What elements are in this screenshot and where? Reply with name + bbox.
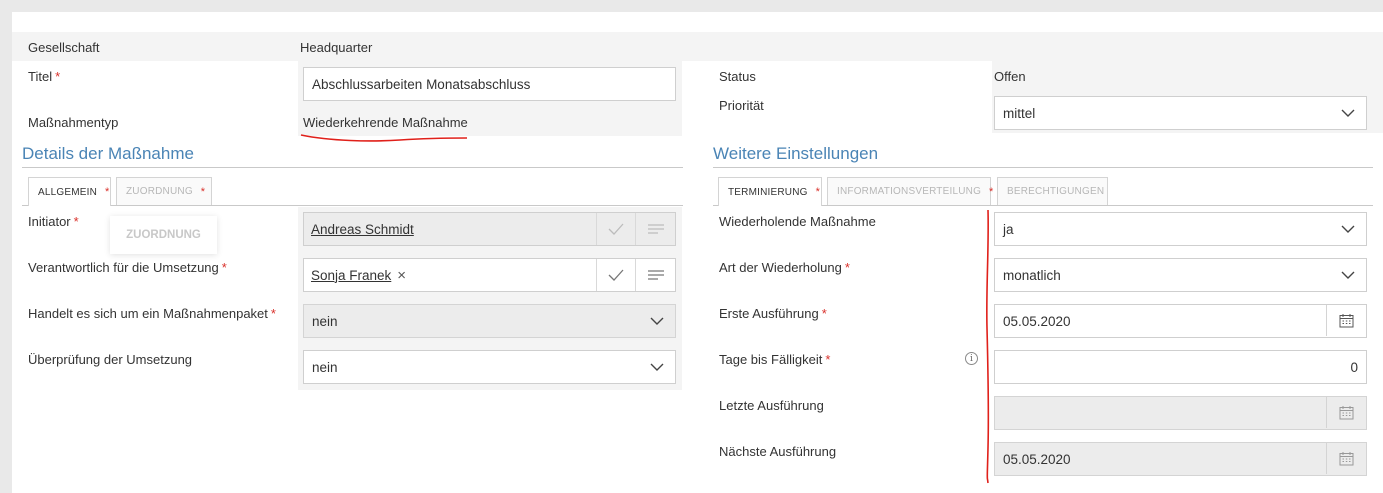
form-page: Gesellschaft Headquarter Titel * Abschlus… [12,12,1383,493]
days-due-label-text: Tage bis Fälligkeit [719,352,823,367]
required-marker: * [844,260,850,275]
details-section-title: Details der Maßnahme [22,144,194,163]
annotation-stroke [986,209,990,484]
tab-informationsverteilung[interactable]: INFORMATIONSVERTEILUNG * [827,177,994,205]
company-label: Gesellschaft [28,40,100,55]
days-due-input[interactable]: 0 [994,350,1367,384]
priority-select[interactable]: mittel [994,96,1367,130]
required-marker: * [55,69,61,84]
chevron-down-icon [649,313,665,329]
responsible-lookup-text: Sonja Franek × [304,259,596,291]
priority-label: Priorität [719,98,764,113]
initiator-label-text: Initiator [28,214,71,229]
list-icon[interactable] [635,259,675,291]
chevron-down-icon [1340,105,1356,121]
required-marker: * [105,186,110,198]
title-label: Titel * [28,69,60,84]
last-run-datepicker [994,396,1367,430]
settings-section-title: Weitere Einstellungen [713,144,879,163]
review-select-value: nein [312,359,338,375]
required-marker: * [200,185,206,198]
days-due-value: 0 [1350,359,1358,375]
responsible-label: Verantwortlich für die Umsetzung * [28,260,227,275]
type-value: Wiederkehrende Maßnahme [303,115,468,130]
recurring-select[interactable]: ja [994,212,1367,246]
review-label: Überprüfung der Umsetzung [28,352,193,367]
close-icon[interactable]: × [397,267,406,284]
first-run-datepicker[interactable]: 05.05.2020 [994,304,1367,338]
company-value: Headquarter [300,40,373,55]
tab-allgemein-label: ALLGEMEIN [38,186,98,198]
tab-terminierung-label: TERMINIERUNG [728,186,808,198]
tab-informationsverteilung-label: INFORMATIONSVERTEILUNG [837,186,982,197]
repeat-type-select-value: monatlich [1003,267,1061,283]
initiator-link[interactable]: Andreas Schmidt [311,222,414,237]
info-icon[interactable]: i [965,352,978,365]
last-run-label: Letzte Ausführung [719,398,824,413]
status-label: Status [719,69,756,84]
required-marker: * [221,260,227,275]
initiator-lookup-text: Andreas Schmidt [304,213,596,245]
chevron-down-icon [1340,221,1356,237]
package-select-value: nein [312,313,338,329]
type-label: Maßnahmentyp [28,115,119,130]
tab-allgemein[interactable]: ALLGEMEIN * [28,177,111,206]
priority-select-value: mittel [1003,105,1036,121]
required-marker: * [989,185,994,198]
first-run-label: Erste Ausführung * [719,306,827,321]
first-run-value: 05.05.2020 [1003,313,1071,329]
required-marker: * [73,214,79,229]
required-marker: * [815,186,821,198]
repeat-type-select[interactable]: monatlich [994,258,1367,292]
required-marker: * [270,306,276,321]
calendar-icon [1326,443,1366,474]
package-label-text: Handelt es sich um ein Maßnahmenpaket [28,306,268,321]
details-tabs-rule [22,205,683,206]
responsible-link[interactable]: Sonja Franek [311,268,391,283]
tab-drag-ghost: ZUORDNUNG [110,216,217,254]
check-icon[interactable] [596,213,635,245]
responsible-label-text: Verantwortlich für die Umsetzung [28,260,219,275]
chevron-down-icon [1340,267,1356,283]
status-value: Offen [994,69,1026,84]
package-select[interactable]: nein [303,304,676,338]
recurring-select-value: ja [1003,221,1014,237]
tab-berechtigungen-label: BERECHTIGUNGEN [1007,186,1105,197]
title-label-text: Titel [28,69,53,84]
calendar-icon [1326,397,1366,428]
title-input[interactable]: Abschlussarbeiten Monatsabschluss [303,67,676,101]
next-run-label: Nächste Ausführung [719,444,837,459]
next-run-value: 05.05.2020 [1003,451,1071,467]
repeat-type-label-text: Art der Wiederholung [719,260,842,275]
next-run-datepicker: 05.05.2020 [994,442,1367,476]
list-icon[interactable] [635,213,675,245]
tab-zuordnung-label: ZUORDNUNG [126,186,193,197]
tab-terminierung[interactable]: TERMINIERUNG * [718,177,822,206]
chevron-down-icon [649,359,665,375]
repeat-type-label: Art der Wiederholung * [719,260,850,275]
title-input-value: Abschlussarbeiten Monatsabschluss [312,76,531,92]
package-label: Handelt es sich um ein Maßnahmenpaket * [28,306,276,321]
required-marker: * [825,352,831,367]
days-due-label: Tage bis Fälligkeit * [719,352,830,367]
check-icon[interactable] [596,259,635,291]
tab-berechtigungen[interactable]: BERECHTIGUNGEN [997,177,1108,205]
annotation-underline [300,134,468,142]
settings-section-rule [713,167,1373,168]
company-band [12,32,1383,61]
recurring-label: Wiederholende Maßnahme [719,214,876,229]
review-select[interactable]: nein [303,350,676,384]
calendar-icon[interactable] [1326,305,1366,336]
first-run-label-text: Erste Ausführung [719,306,819,321]
initiator-lookup[interactable]: Andreas Schmidt [303,212,676,246]
details-section-rule [22,167,683,168]
initiator-label: Initiator * [28,214,79,229]
tab-zuordnung[interactable]: ZUORDNUNG * [116,177,212,205]
responsible-lookup[interactable]: Sonja Franek × [303,258,676,292]
required-marker: * [821,306,827,321]
